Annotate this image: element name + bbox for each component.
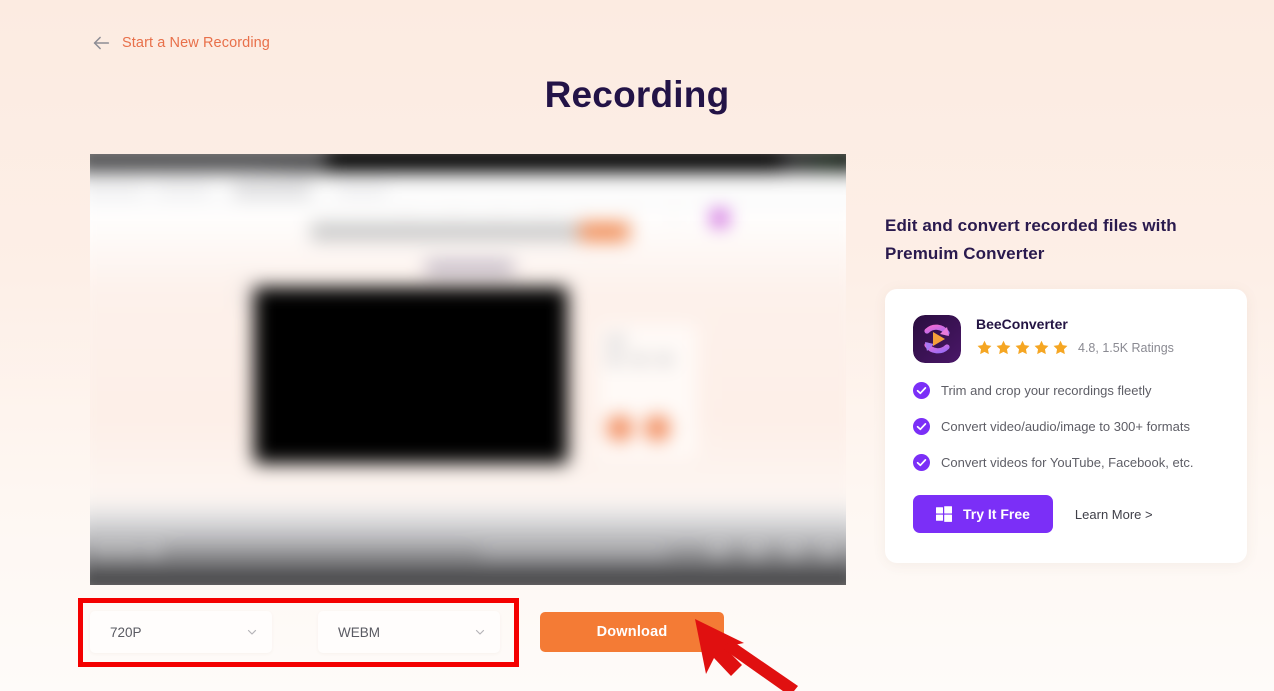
feature-label: Trim and crop your recordings fleetly xyxy=(941,383,1152,399)
check-circle-icon xyxy=(913,454,930,472)
star-rating xyxy=(976,339,1069,356)
windows-icon xyxy=(936,506,952,522)
download-button[interactable]: Download xyxy=(540,612,724,652)
star-icon xyxy=(977,340,992,355)
feature-item: Convert videos for YouTube, Facebook, et… xyxy=(913,454,1219,472)
beeconverter-app-icon xyxy=(913,315,961,364)
feature-label: Convert video/audio/image to 300+ format… xyxy=(941,419,1190,435)
back-to-new-recording[interactable]: Start a New Recording xyxy=(90,32,270,54)
star-icon xyxy=(996,340,1011,355)
arrow-left-icon xyxy=(93,36,110,50)
cta-row: Try It Free Learn More > xyxy=(913,495,1219,534)
video-preview-blurred-content xyxy=(90,154,846,585)
star-icon xyxy=(1053,340,1068,355)
check-circle-icon xyxy=(913,382,930,400)
preview-avatar xyxy=(711,209,728,227)
star-icon xyxy=(1034,340,1049,355)
promo-panel: Edit and convert recorded files with Pre… xyxy=(885,212,1247,564)
rating-row: 4.8, 1.5K Ratings xyxy=(976,339,1174,356)
preview-side-card xyxy=(596,324,697,458)
check-circle-icon xyxy=(913,418,930,436)
chevron-down-icon xyxy=(247,629,257,635)
back-label: Start a New Recording xyxy=(122,35,270,51)
page-title: Recording xyxy=(544,74,730,115)
preview-search-field xyxy=(310,222,580,242)
preview-nav-row xyxy=(90,175,846,231)
rating-text: 4.8, 1.5K Ratings xyxy=(1078,340,1174,355)
resolution-select[interactable]: 720P xyxy=(90,611,272,653)
feature-label: Convert videos for YouTube, Facebook, et… xyxy=(941,455,1194,471)
feature-item: Convert video/audio/image to 300+ format… xyxy=(913,418,1219,436)
learn-more-link[interactable]: Learn More > xyxy=(1075,507,1153,522)
preview-search-button xyxy=(579,222,630,242)
try-it-free-label: Try It Free xyxy=(963,506,1030,523)
app-meta: BeeConverter 4.8, 1.5K Ratings xyxy=(976,315,1174,356)
star-icon xyxy=(1015,340,1030,355)
video-preview[interactable] xyxy=(90,154,846,585)
preview-player-controls xyxy=(90,500,846,585)
app-name: BeeConverter xyxy=(976,316,1068,333)
preview-browser-tabstrip xyxy=(90,154,327,169)
app-row: BeeConverter 4.8, 1.5K Ratings xyxy=(913,315,1219,364)
preview-heading xyxy=(425,261,514,274)
feature-item: Trim and crop your recordings fleetly xyxy=(913,382,1219,400)
chevron-down-icon xyxy=(475,629,485,635)
format-select[interactable]: WEBM xyxy=(318,611,500,653)
promo-card: BeeConverter 4.8, 1.5K Ratings Trim and … xyxy=(885,289,1247,564)
preview-video-frame xyxy=(253,286,568,464)
try-it-free-button[interactable]: Try It Free xyxy=(913,495,1053,534)
promo-heading: Edit and convert recorded files with Pre… xyxy=(885,216,1177,263)
format-value: WEBM xyxy=(338,624,380,640)
resolution-value: 720P xyxy=(110,624,142,640)
